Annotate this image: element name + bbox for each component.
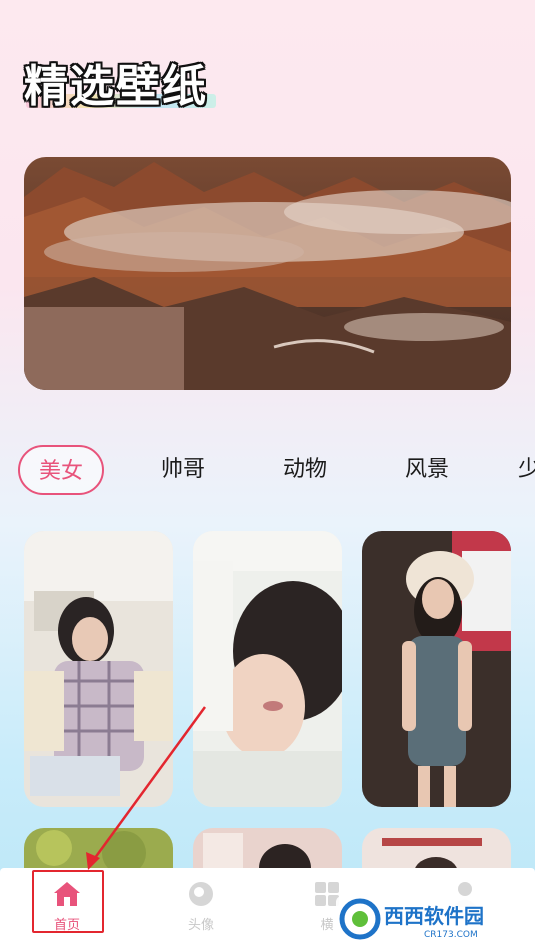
annotation-arrow <box>86 706 207 870</box>
svg-text:西西软件园: 西西软件园 <box>384 904 484 928</box>
watermark-logo: 西西软件园 CR173.COM <box>336 896 516 942</box>
watermark-icon: 西西软件园 CR173.COM <box>339 898 484 940</box>
svg-text:CR173.COM: CR173.COM <box>424 930 478 940</box>
